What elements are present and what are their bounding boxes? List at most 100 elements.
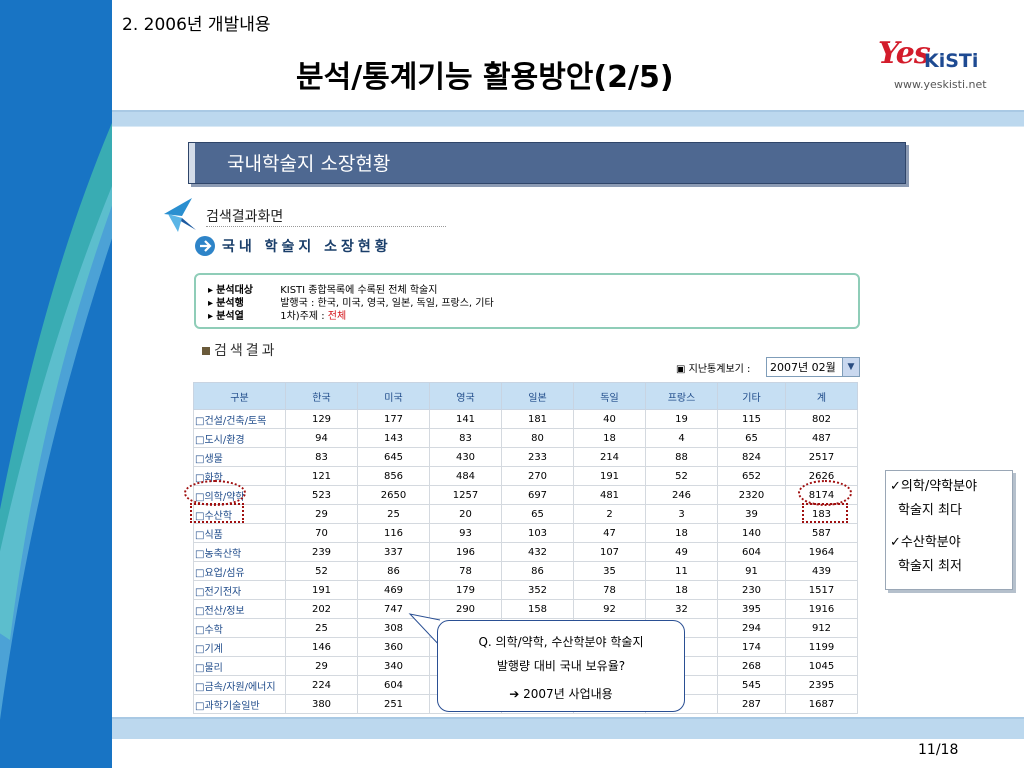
table-header-cell: 기타 — [717, 382, 786, 410]
screen-caption: 검색결과화면 — [206, 209, 284, 225]
table-cell: 158 — [501, 599, 574, 619]
table-cell: 177 — [357, 409, 430, 429]
table-cell: 2 — [573, 504, 646, 524]
chevron-down-icon[interactable]: ▼ — [842, 358, 859, 376]
table-cell: 29 — [285, 656, 358, 676]
table-cell: 912 — [785, 618, 858, 638]
table-cell: 93 — [429, 523, 502, 543]
table-header-cell: 일본 — [501, 382, 574, 410]
table-row: □생물 83 645 430 233 214 88 824 2517 — [193, 447, 858, 467]
table-cell: 20 — [429, 504, 502, 524]
table-cell: 395 — [717, 599, 786, 619]
banner-title: 국내학술지 소장현황 — [227, 153, 391, 175]
table-cell: 380 — [285, 694, 358, 714]
table-cell: 174 — [717, 637, 786, 657]
table-cell: 140 — [717, 523, 786, 543]
category-link[interactable]: □물리 — [193, 656, 286, 676]
category-link[interactable]: □금속/자원/에너지 — [193, 675, 286, 695]
table-cell: 2517 — [785, 447, 858, 467]
table-cell: 432 — [501, 542, 574, 562]
table-cell: 18 — [645, 580, 718, 600]
table-row: □식품 70 116 93 103 47 18 140 587 — [193, 523, 858, 543]
table-cell: 270 — [501, 466, 574, 486]
table-cell: 2395 — [785, 675, 858, 695]
logo-kisti-text: KiSTi — [924, 50, 979, 72]
category-link[interactable]: □건설/건축/토목 — [193, 409, 286, 429]
table-cell: 214 — [573, 447, 646, 467]
table-cell: 2650 — [357, 485, 430, 505]
logo-yes-text: Yes — [878, 36, 931, 71]
table-cell: 487 — [785, 428, 858, 448]
category-link[interactable]: □과학기술일반 — [193, 694, 286, 714]
table-cell: 92 — [573, 599, 646, 619]
table-cell: 1199 — [785, 637, 858, 657]
table-cell: 107 — [573, 542, 646, 562]
category-link[interactable]: □전산/정보 — [193, 599, 286, 619]
table-cell: 856 — [357, 466, 430, 486]
table-cell: 645 — [357, 447, 430, 467]
table-cell: 88 — [645, 447, 718, 467]
table-row: □건설/건축/토목 129 177 141 181 40 19 115 802 — [193, 409, 858, 429]
table-cell: 146 — [285, 637, 358, 657]
table-cell: 4 — [645, 428, 718, 448]
arrow-right-icon — [195, 236, 215, 256]
table-cell: 65 — [501, 504, 574, 524]
category-link[interactable]: □생물 — [193, 447, 286, 467]
table-cell: 39 — [717, 504, 786, 524]
table-header-cell: 영국 — [429, 382, 502, 410]
table-cell: 70 — [285, 523, 358, 543]
table-cell: 86 — [357, 561, 430, 581]
category-link[interactable]: □기계 — [193, 637, 286, 657]
table-cell: 1964 — [785, 542, 858, 562]
callout-box: ✓의학/약학분야 학술지 최다 ✓수산학분야 학술지 최저 — [885, 470, 1013, 590]
table-row: □전기전자 191 469 179 352 78 18 230 1517 — [193, 580, 858, 600]
table-cell: 545 — [717, 675, 786, 695]
table-cell: 86 — [501, 561, 574, 581]
prev-stats-label: ▣ 지난통계보기 : — [676, 364, 751, 375]
category-link[interactable]: □농축산학 — [193, 542, 286, 562]
table-cell: 181 — [501, 409, 574, 429]
table-cell: 802 — [785, 409, 858, 429]
table-row: □농축산학 239 337 196 432 107 49 604 1964 — [193, 542, 858, 562]
table-cell: 587 — [785, 523, 858, 543]
table-cell: 83 — [429, 428, 502, 448]
table-cell: 224 — [285, 675, 358, 695]
table-row: □화학 121 856 484 270 191 52 652 2626 — [193, 466, 858, 486]
table-cell: 29 — [285, 504, 358, 524]
category-link[interactable]: □수학 — [193, 618, 286, 638]
category-link[interactable]: □전기전자 — [193, 580, 286, 600]
table-cell: 35 — [573, 561, 646, 581]
category-link[interactable]: □요업/섬유 — [193, 561, 286, 581]
table-row: □전산/정보 202 747 290 158 92 32 395 1916 — [193, 599, 858, 619]
table-cell: 652 — [717, 466, 786, 486]
table-cell: 116 — [357, 523, 430, 543]
category-link[interactable]: □식품 — [193, 523, 286, 543]
table-cell: 18 — [573, 428, 646, 448]
table-cell: 1517 — [785, 580, 858, 600]
search-result-title: 검색결과 — [202, 340, 278, 360]
table-cell: 246 — [645, 485, 718, 505]
table-header-row: 구분 한국 미국 영국 일본 독일 프랑스 기타 계 — [193, 382, 858, 410]
bullet-icon — [202, 347, 210, 355]
table-cell: 83 — [285, 447, 358, 467]
page-number: 11/18 — [918, 742, 959, 758]
table-row: □도시/환경 94 143 83 80 18 4 65 487 — [193, 428, 858, 448]
table-cell: 52 — [285, 561, 358, 581]
left-decorative-band — [0, 0, 112, 768]
table-cell: 352 — [501, 580, 574, 600]
table-cell: 141 — [429, 409, 502, 429]
table-cell: 2320 — [717, 485, 786, 505]
table-cell: 697 — [501, 485, 574, 505]
table-cell: 78 — [573, 580, 646, 600]
table-cell: 143 — [357, 428, 430, 448]
category-link[interactable]: □도시/환경 — [193, 428, 286, 448]
table-cell: 103 — [501, 523, 574, 543]
table-cell: 1045 — [785, 656, 858, 676]
table-cell: 294 — [717, 618, 786, 638]
table-cell: 121 — [285, 466, 358, 486]
prev-stats-select[interactable]: 2007년 02월 ▼ — [766, 357, 860, 377]
table-cell: 268 — [717, 656, 786, 676]
screen-section-title: 국내 학술지 소장현황 — [222, 239, 392, 255]
yeskisti-logo: Yes KiSTi www.yeskisti.net — [878, 36, 988, 96]
table-header-cell: 미국 — [357, 382, 430, 410]
